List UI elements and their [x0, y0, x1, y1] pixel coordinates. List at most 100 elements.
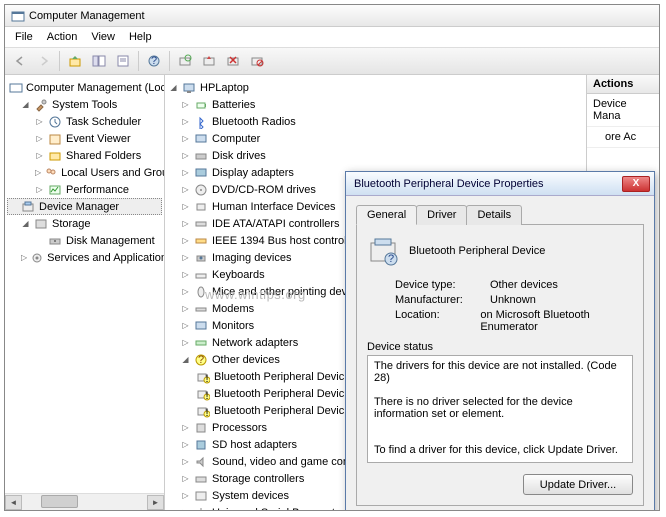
menubar: File Action View Help [5, 27, 659, 47]
scroll-right-arrow[interactable]: ► [147, 495, 164, 510]
category-icon [193, 437, 209, 453]
category-icon [193, 267, 209, 283]
storage-icon [33, 216, 49, 232]
h-scrollbar[interactable]: ◄ ► [5, 493, 164, 510]
tree-event-viewer[interactable]: ▷Event Viewer [7, 130, 162, 147]
device-name: Bluetooth Peripheral Device [409, 245, 545, 257]
tree-root[interactable]: Computer Management (Local [7, 79, 162, 96]
tree-local-users[interactable]: ▷Local Users and Groups [7, 164, 162, 181]
collapse-icon[interactable]: ◢ [21, 219, 30, 228]
expand-icon[interactable]: ▷ [181, 474, 190, 483]
category-icon [193, 233, 209, 249]
expand-icon[interactable]: ▷ [181, 491, 190, 500]
properties-button[interactable] [112, 50, 134, 72]
device-category[interactable]: ▷Batteries [167, 96, 584, 113]
expand-icon[interactable]: ▷ [181, 321, 190, 330]
tree-performance[interactable]: ▷Performance [7, 181, 162, 198]
forward-button[interactable] [33, 50, 55, 72]
tab-panel-general: ? Bluetooth Peripheral Device Device typ… [356, 225, 644, 506]
update-driver-button[interactable] [198, 50, 220, 72]
console-tree: Computer Management (Local ◢System Tools… [5, 75, 164, 270]
expand-icon[interactable]: ▷ [181, 457, 190, 466]
event-icon [47, 131, 63, 147]
category-icon [193, 301, 209, 317]
label-location: Location: [395, 309, 480, 333]
actions-section[interactable]: Device Mana [587, 94, 659, 127]
update-driver-button[interactable]: Update Driver... [523, 474, 633, 495]
tree-task-scheduler[interactable]: ▷Task Scheduler [7, 113, 162, 130]
tree-services-apps[interactable]: ▷Services and Applications [7, 249, 162, 266]
scroll-thumb[interactable] [41, 495, 79, 508]
tree-shared-folders[interactable]: ▷Shared Folders [7, 147, 162, 164]
expand-icon[interactable]: ▷ [181, 287, 190, 296]
device-category[interactable]: ▷Disk drives [167, 147, 584, 164]
dialog-titlebar[interactable]: Bluetooth Peripheral Device Properties X [346, 172, 654, 196]
device-status-text[interactable] [367, 355, 633, 463]
scan-hardware-button[interactable] [174, 50, 196, 72]
expand-icon[interactable]: ▷ [181, 338, 190, 347]
collapse-icon[interactable]: ◢ [21, 100, 30, 109]
expand-icon[interactable]: ▷ [181, 117, 190, 126]
expand-icon[interactable]: ▷ [181, 304, 190, 313]
show-hide-tree-button[interactable] [88, 50, 110, 72]
expand-icon[interactable]: ▷ [181, 168, 190, 177]
menu-file[interactable]: File [9, 29, 39, 45]
help-button[interactable]: ? [143, 50, 165, 72]
dialog-title: Bluetooth Peripheral Device Properties [354, 178, 622, 190]
category-icon [193, 199, 209, 215]
menu-action[interactable]: Action [41, 29, 84, 45]
expand-icon[interactable]: ▷ [35, 117, 44, 126]
tab-driver[interactable]: Driver [416, 205, 467, 225]
expand-icon[interactable]: ▷ [181, 134, 190, 143]
value-location: on Microsoft Bluetooth Enumerator [480, 309, 633, 333]
expand-icon[interactable]: ▷ [35, 151, 44, 160]
expand-icon[interactable]: ▷ [181, 253, 190, 262]
content-area: Computer Management (Local ◢System Tools… [5, 75, 659, 510]
expand-icon[interactable]: ▷ [181, 100, 190, 109]
back-button[interactable] [9, 50, 31, 72]
device-category[interactable]: ▷Computer [167, 130, 584, 147]
expand-icon[interactable]: ▷ [35, 185, 44, 194]
scroll-left-arrow[interactable]: ◄ [5, 495, 22, 510]
toolbar: ? [5, 47, 659, 75]
label-device-type: Device type: [395, 279, 490, 291]
expand-icon[interactable]: ▷ [181, 202, 190, 211]
label-manufacturer: Manufacturer: [395, 294, 490, 306]
tree-system-tools[interactable]: ◢System Tools [7, 96, 162, 113]
uninstall-button[interactable] [222, 50, 244, 72]
category-icon [193, 250, 209, 266]
expand-icon[interactable]: ▷ [181, 151, 190, 160]
expand-icon[interactable]: ▷ [181, 236, 190, 245]
category-icon [193, 97, 209, 113]
expand-icon[interactable]: ▷ [181, 508, 190, 510]
expand-icon[interactable]: ▷ [181, 440, 190, 449]
expand-icon[interactable]: ▷ [181, 270, 190, 279]
expand-icon[interactable]: ▷ [35, 134, 44, 143]
tab-details[interactable]: Details [466, 205, 522, 225]
unknown-device-icon: ! [195, 386, 211, 402]
close-button[interactable]: X [622, 176, 650, 192]
collapse-icon[interactable]: ◢ [181, 355, 190, 364]
expand-icon[interactable]: ▷ [35, 168, 41, 177]
expand-icon[interactable]: ▷ [181, 185, 190, 194]
svg-text:!: ! [205, 373, 208, 384]
device-category[interactable]: ▷Bluetooth Radios [167, 113, 584, 130]
menu-view[interactable]: View [85, 29, 121, 45]
titlebar: Computer Management [5, 5, 659, 27]
disable-button[interactable] [246, 50, 268, 72]
tree-storage[interactable]: ◢Storage [7, 215, 162, 232]
up-button[interactable] [64, 50, 86, 72]
collapse-icon[interactable]: ◢ [169, 83, 178, 92]
device-root[interactable]: ◢HPLaptop [167, 79, 584, 96]
expand-icon[interactable]: ▷ [21, 253, 27, 262]
category-icon [193, 454, 209, 470]
expand-icon[interactable]: ▷ [181, 219, 190, 228]
expand-icon[interactable]: ▷ [181, 423, 190, 432]
actions-more[interactable]: ore Ac [587, 127, 659, 148]
svg-text:!: ! [205, 390, 208, 401]
menu-help[interactable]: Help [123, 29, 158, 45]
tab-general[interactable]: General [356, 205, 417, 225]
tree-disk-management[interactable]: Disk Management [7, 232, 162, 249]
category-icon [193, 216, 209, 232]
tree-device-manager[interactable]: Device Manager [7, 198, 162, 215]
